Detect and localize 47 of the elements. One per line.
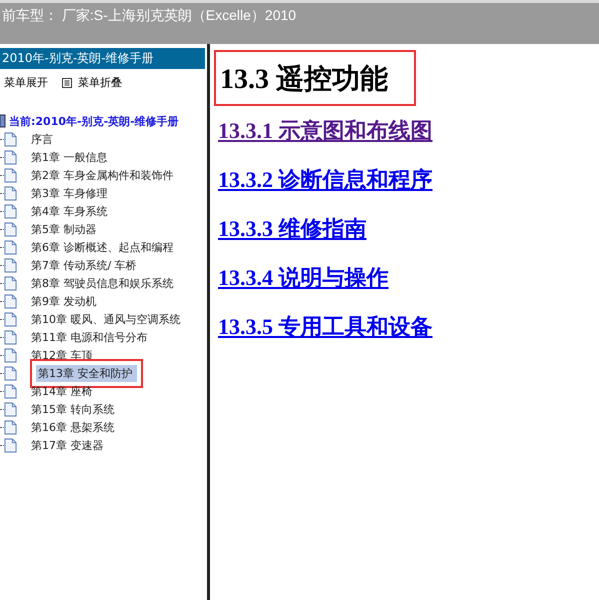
tree-item[interactable]: 第15章 转向系统 <box>29 400 116 418</box>
tree-item[interactable]: 第3章 车身修理 <box>29 184 110 202</box>
document-icon <box>4 204 17 218</box>
document-icon <box>4 312 17 326</box>
sidebar-header: 2010年-别克-英朗-维修手册 <box>0 48 205 69</box>
tree-item[interactable]: 第6章 诊断概述、起点和编程 <box>29 238 176 256</box>
document-icon <box>4 276 17 290</box>
section-title: 13.3 遥控功能 <box>214 50 416 106</box>
vehicle-title: 前车型： 厂家:S-上海别克英朗（Excelle）2010 <box>2 7 296 23</box>
tree-item[interactable]: 第16章 悬架系统 <box>29 418 116 436</box>
tree-item[interactable]: 第10章 暖风、通风与空调系统 <box>29 310 182 328</box>
tree-item[interactable]: 第1章 一般信息 <box>29 148 110 166</box>
tree-item[interactable]: 第4章 车身系统 <box>29 202 110 220</box>
document-icon <box>4 438 17 452</box>
section-link[interactable]: 13.3.1 示意图和布线图 <box>218 116 432 146</box>
section-link[interactable]: 13.3.3 维修指南 <box>218 214 366 244</box>
tree-item[interactable]: 第8章 驾驶员信息和娱乐系统 <box>29 274 176 292</box>
section-link[interactable]: 13.3.4 说明与操作 <box>218 263 388 293</box>
document-icon <box>4 150 17 164</box>
tree-item[interactable]: 第13章 安全和防护 <box>36 364 136 382</box>
tree-item[interactable]: 第5章 制动器 <box>29 220 98 238</box>
tree-item[interactable]: 第11章 电源和信号分布 <box>29 328 150 346</box>
document-icon <box>4 420 17 434</box>
document-icon <box>4 330 17 344</box>
document-icon <box>4 168 17 182</box>
tree-item[interactable]: 序言 <box>29 130 55 148</box>
document-icon <box>4 258 17 272</box>
document-icon <box>4 222 17 236</box>
document-icon <box>4 366 17 380</box>
tree-item[interactable]: 第7章 传动系统/ 车桥 <box>29 256 139 274</box>
tree-item[interactable]: 第14章 座椅 <box>29 382 94 400</box>
menu-toggle-link[interactable]: 菜单展开 <box>4 75 48 90</box>
document-icon <box>4 348 17 362</box>
tree-item[interactable]: 第2章 车身金属构件和装饰件 <box>29 166 176 184</box>
menu-toggle-link[interactable]: 菜单折叠 <box>62 75 122 90</box>
document-icon <box>4 240 17 254</box>
document-icon <box>4 186 17 200</box>
section-link[interactable]: 13.3.2 诊断信息和程序 <box>218 165 432 195</box>
tree-item[interactable]: 第9章 发动机 <box>29 292 98 310</box>
section-link[interactable]: 13.3.5 专用工具和设备 <box>218 312 432 342</box>
collapse-icon <box>62 78 72 88</box>
document-icon <box>4 384 17 398</box>
tree-item[interactable]: 第17章 变速器 <box>29 436 106 454</box>
tree-root[interactable]: 当前:2010年-别克-英朗-维修手册 <box>9 114 179 128</box>
document-icon <box>4 294 17 308</box>
document-icon <box>4 402 17 416</box>
document-icon <box>4 132 17 146</box>
